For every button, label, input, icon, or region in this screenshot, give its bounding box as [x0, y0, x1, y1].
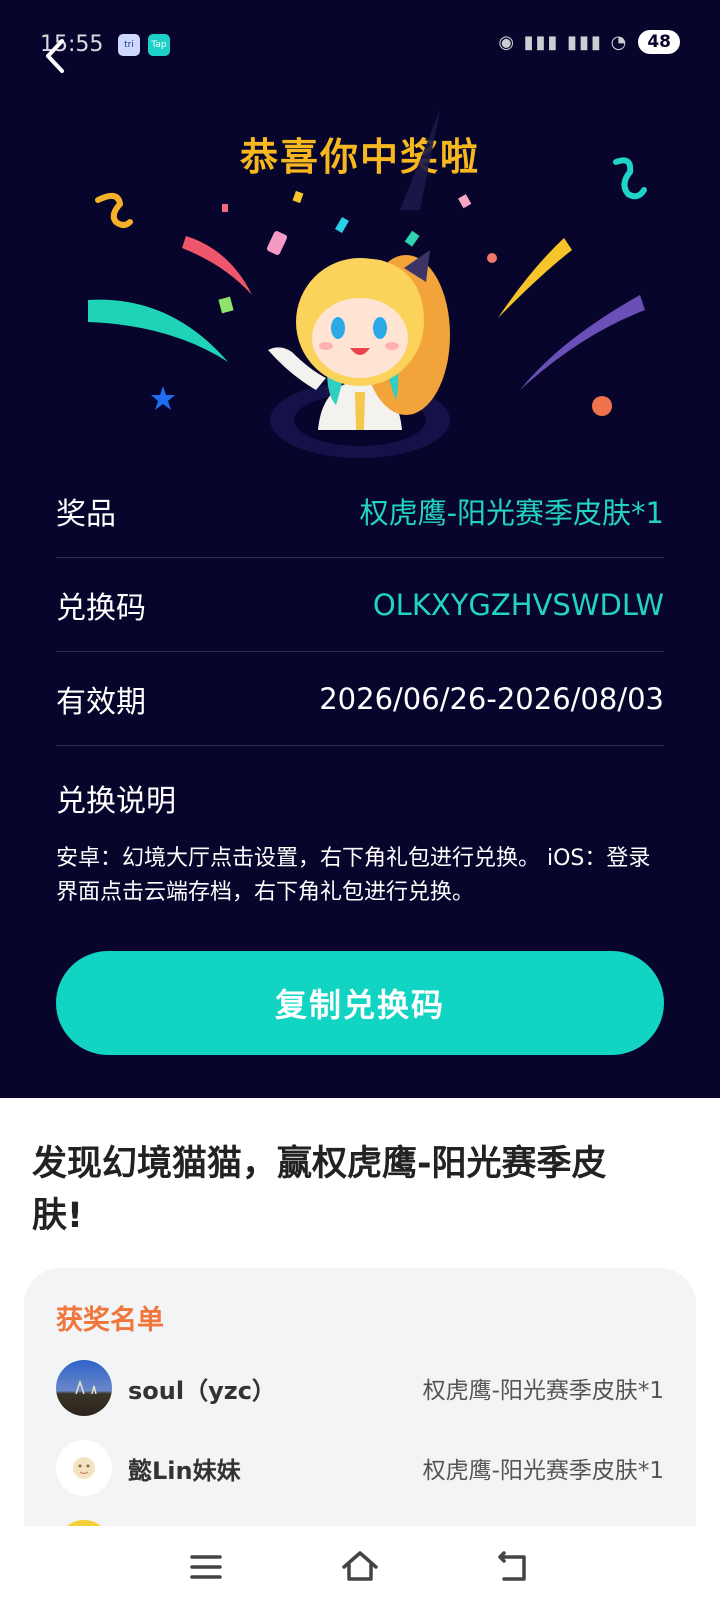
system-nav-bar [0, 1526, 720, 1608]
return-icon[interactable] [492, 1545, 536, 1589]
winners-list: 获奖名单 soul（yzc） 权虎鹰-阳光赛季皮肤*1 懿Lin妹妹 权虎鹰-阳… [24, 1268, 696, 1576]
copy-code-button[interactable]: 复制兑换码 [56, 951, 664, 1055]
winners-title: 获奖名单 [56, 1305, 164, 1336]
list-item[interactable]: soul（yzc） 权虎鹰-阳光赛季皮肤*1 [56, 1358, 664, 1418]
winner-prize: 权虎鹰-阳光赛季皮肤*1 [422, 1378, 664, 1404]
campaign-section: 发现幻境猫猫，赢权虎鹰-阳光赛季皮肤! 获奖名单 soul（yzc） 权虎鹰-阳… [0, 1098, 720, 1576]
status-bar: 15:55 tri Tap ◉ ▮▮▮ ▮▮▮ ◔ 48 [0, 0, 720, 90]
code-row: 兑换码 OLKXYGZHVSWDLW [56, 558, 664, 652]
validity-label: 有效期 [56, 684, 146, 720]
prize-info: 奖品 权虎鹰-阳光赛季皮肤*1 兑换码 OLKXYGZHVSWDLW 有效期 2… [56, 464, 664, 910]
app-notification-icon: tri [118, 34, 140, 56]
menu-icon[interactable] [184, 1545, 228, 1589]
avatar [56, 1440, 112, 1496]
winner-name: soul（yzc） [128, 1376, 276, 1405]
prize-panel: 15:55 tri Tap ◉ ▮▮▮ ▮▮▮ ◔ 48 恭喜你中奖啦 奖品 权… [0, 0, 720, 1098]
status-indicators: ◉ ▮▮▮ ▮▮▮ ◔ 48 [498, 30, 680, 54]
winner-name: 懿Lin妹妹 [128, 1456, 241, 1485]
back-arrow-icon[interactable] [38, 36, 78, 76]
instructions-text: 安卓：幻境大厅点击设置，右下角礼包进行兑换。 iOS：登录界面点击云端存档，右下… [56, 846, 651, 905]
validity-row: 有效期 2026/06/26-2026/08/03 [56, 652, 664, 746]
prize-row: 奖品 权虎鹰-阳光赛季皮肤*1 [56, 464, 664, 558]
signal-icon: ◉ ▮▮▮ ▮▮▮ ◔ [498, 31, 629, 53]
instructions-title: 兑换说明 [56, 784, 176, 819]
avatar [56, 1360, 112, 1416]
taptap-notification-icon: Tap [148, 34, 170, 56]
celebration-illustration [88, 110, 647, 458]
validity-value: 2026/06/26-2026/08/03 [319, 681, 664, 716]
battery-indicator: 48 [638, 30, 680, 54]
code-value[interactable]: OLKXYGZHVSWDLW [373, 588, 664, 622]
prize-value: 权虎鹰-阳光赛季皮肤*1 [359, 495, 664, 530]
home-icon[interactable] [338, 1545, 382, 1589]
promo-headline: 发现幻境猫猫，赢权虎鹰-阳光赛季皮肤! [32, 1144, 607, 1236]
winner-prize: 权虎鹰-阳光赛季皮肤*1 [422, 1458, 664, 1484]
prize-label: 奖品 [56, 496, 116, 532]
code-label: 兑换码 [56, 590, 146, 626]
list-item[interactable]: 懿Lin妹妹 权虎鹰-阳光赛季皮肤*1 [56, 1438, 664, 1498]
